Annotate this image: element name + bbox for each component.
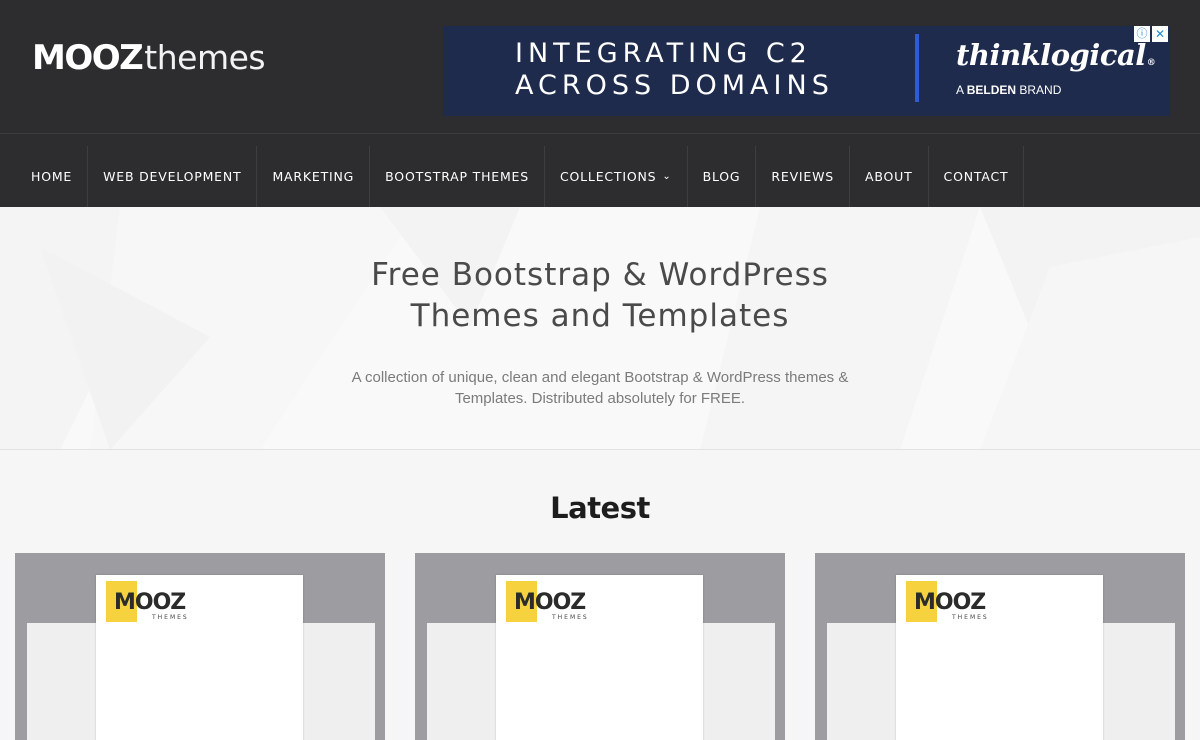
card-preview-sheet: MOOZ THEMES [96, 575, 303, 740]
nav-item-label: BLOG [702, 169, 741, 184]
ad-brand-logo: thinklogical® [956, 38, 1156, 72]
ad-close-icon[interactable]: ✕ [1152, 26, 1168, 42]
chevron-down-icon: ⌄ [662, 171, 672, 182]
nav-top-strip [0, 134, 1200, 146]
nav-item-contact[interactable]: CONTACT [929, 146, 1025, 207]
nav-item-label: REVIEWS [771, 169, 835, 184]
nav-item-blog[interactable]: BLOG [688, 146, 757, 207]
nav-item-web-development[interactable]: WEB DEVELOPMENT [88, 146, 258, 207]
nav-item-reviews[interactable]: REVIEWS [756, 146, 851, 207]
nav-item-home[interactable]: HOME [0, 146, 89, 207]
nav-item-label: CONTACT [943, 169, 1009, 184]
ad-headline: INTEGRATING C2 ACROSS DOMAINS [515, 38, 834, 101]
ad-sub-suffix: BRAND [1019, 83, 1062, 97]
nav-item-bootstrap-themes[interactable]: BOOTSTRAP THEMES [370, 146, 545, 207]
card-logo-sub: THEMES [552, 614, 589, 621]
nav-item-label: BOOTSTRAP THEMES [385, 169, 529, 184]
latest-heading: Latest [550, 491, 650, 525]
site-header: MOOZ themes INTEGRATING C2 ACROSS DOMAIN… [0, 0, 1200, 134]
nav-item-label: ABOUT [865, 169, 913, 184]
theme-card[interactable]: MOOZ THEMES [15, 553, 385, 740]
nav-item-label: WEB DEVELOPMENT [103, 169, 242, 184]
nav-item-label: MARKETING [272, 169, 355, 184]
card-logo: MOOZ THEMES [106, 581, 196, 625]
main-nav: HOME WEB DEVELOPMENT MARKETING BOOTSTRAP… [0, 146, 1200, 207]
card-preview-sheet: MOOZ THEMES [896, 575, 1103, 740]
ad-brand-text: thinklogical [956, 38, 1146, 72]
nav-item-label: HOME [31, 169, 73, 184]
theme-card[interactable]: MOOZ THEMES [815, 553, 1185, 740]
ad-banner[interactable]: INTEGRATING C2 ACROSS DOMAINS thinklogic… [443, 26, 1170, 116]
site-logo[interactable]: MOOZ themes [32, 38, 266, 82]
card-preview-sheet: MOOZ THEMES [496, 575, 703, 740]
nav-item-marketing[interactable]: MARKETING [257, 146, 371, 207]
hero-title: Free Bootstrap & WordPress Themes and Te… [300, 255, 900, 337]
card-logo-sub: THEMES [152, 614, 189, 621]
card-logo-word: MOOZ [914, 590, 986, 615]
card-logo-word: MOOZ [514, 590, 586, 615]
card-logo: MOOZ THEMES [506, 581, 596, 625]
card-logo-sub: THEMES [952, 614, 989, 621]
hero-description: A collection of unique, clean and elegan… [351, 369, 849, 407]
registered-mark: ® [1146, 58, 1156, 68]
logo-bold-text: MOOZ [32, 38, 144, 78]
theme-card[interactable]: MOOZ THEMES [415, 553, 785, 740]
ad-sub-prefix: A [956, 83, 964, 97]
hero-section: Free Bootstrap & WordPress Themes and Te… [0, 207, 1200, 450]
nav-item-label: COLLECTIONS [560, 169, 657, 184]
ad-subtitle: A BELDEN BRAND [956, 83, 1061, 97]
ad-sub-bold: BELDEN [966, 83, 1017, 97]
card-logo: MOOZ THEMES [906, 581, 996, 625]
nav-item-about[interactable]: ABOUT [850, 146, 929, 207]
ad-info-icon[interactable]: ⓘ [1134, 26, 1150, 42]
nav-item-collections[interactable]: COLLECTIONS ⌄ [545, 146, 688, 207]
hero-title-line1: Free Bootstrap & WordPress [371, 257, 829, 293]
card-logo-word: MOOZ [114, 590, 186, 615]
ad-divider [915, 34, 919, 102]
logo-light-text: themes [144, 38, 266, 77]
hero-title-line2: Themes and Templates [410, 298, 790, 334]
